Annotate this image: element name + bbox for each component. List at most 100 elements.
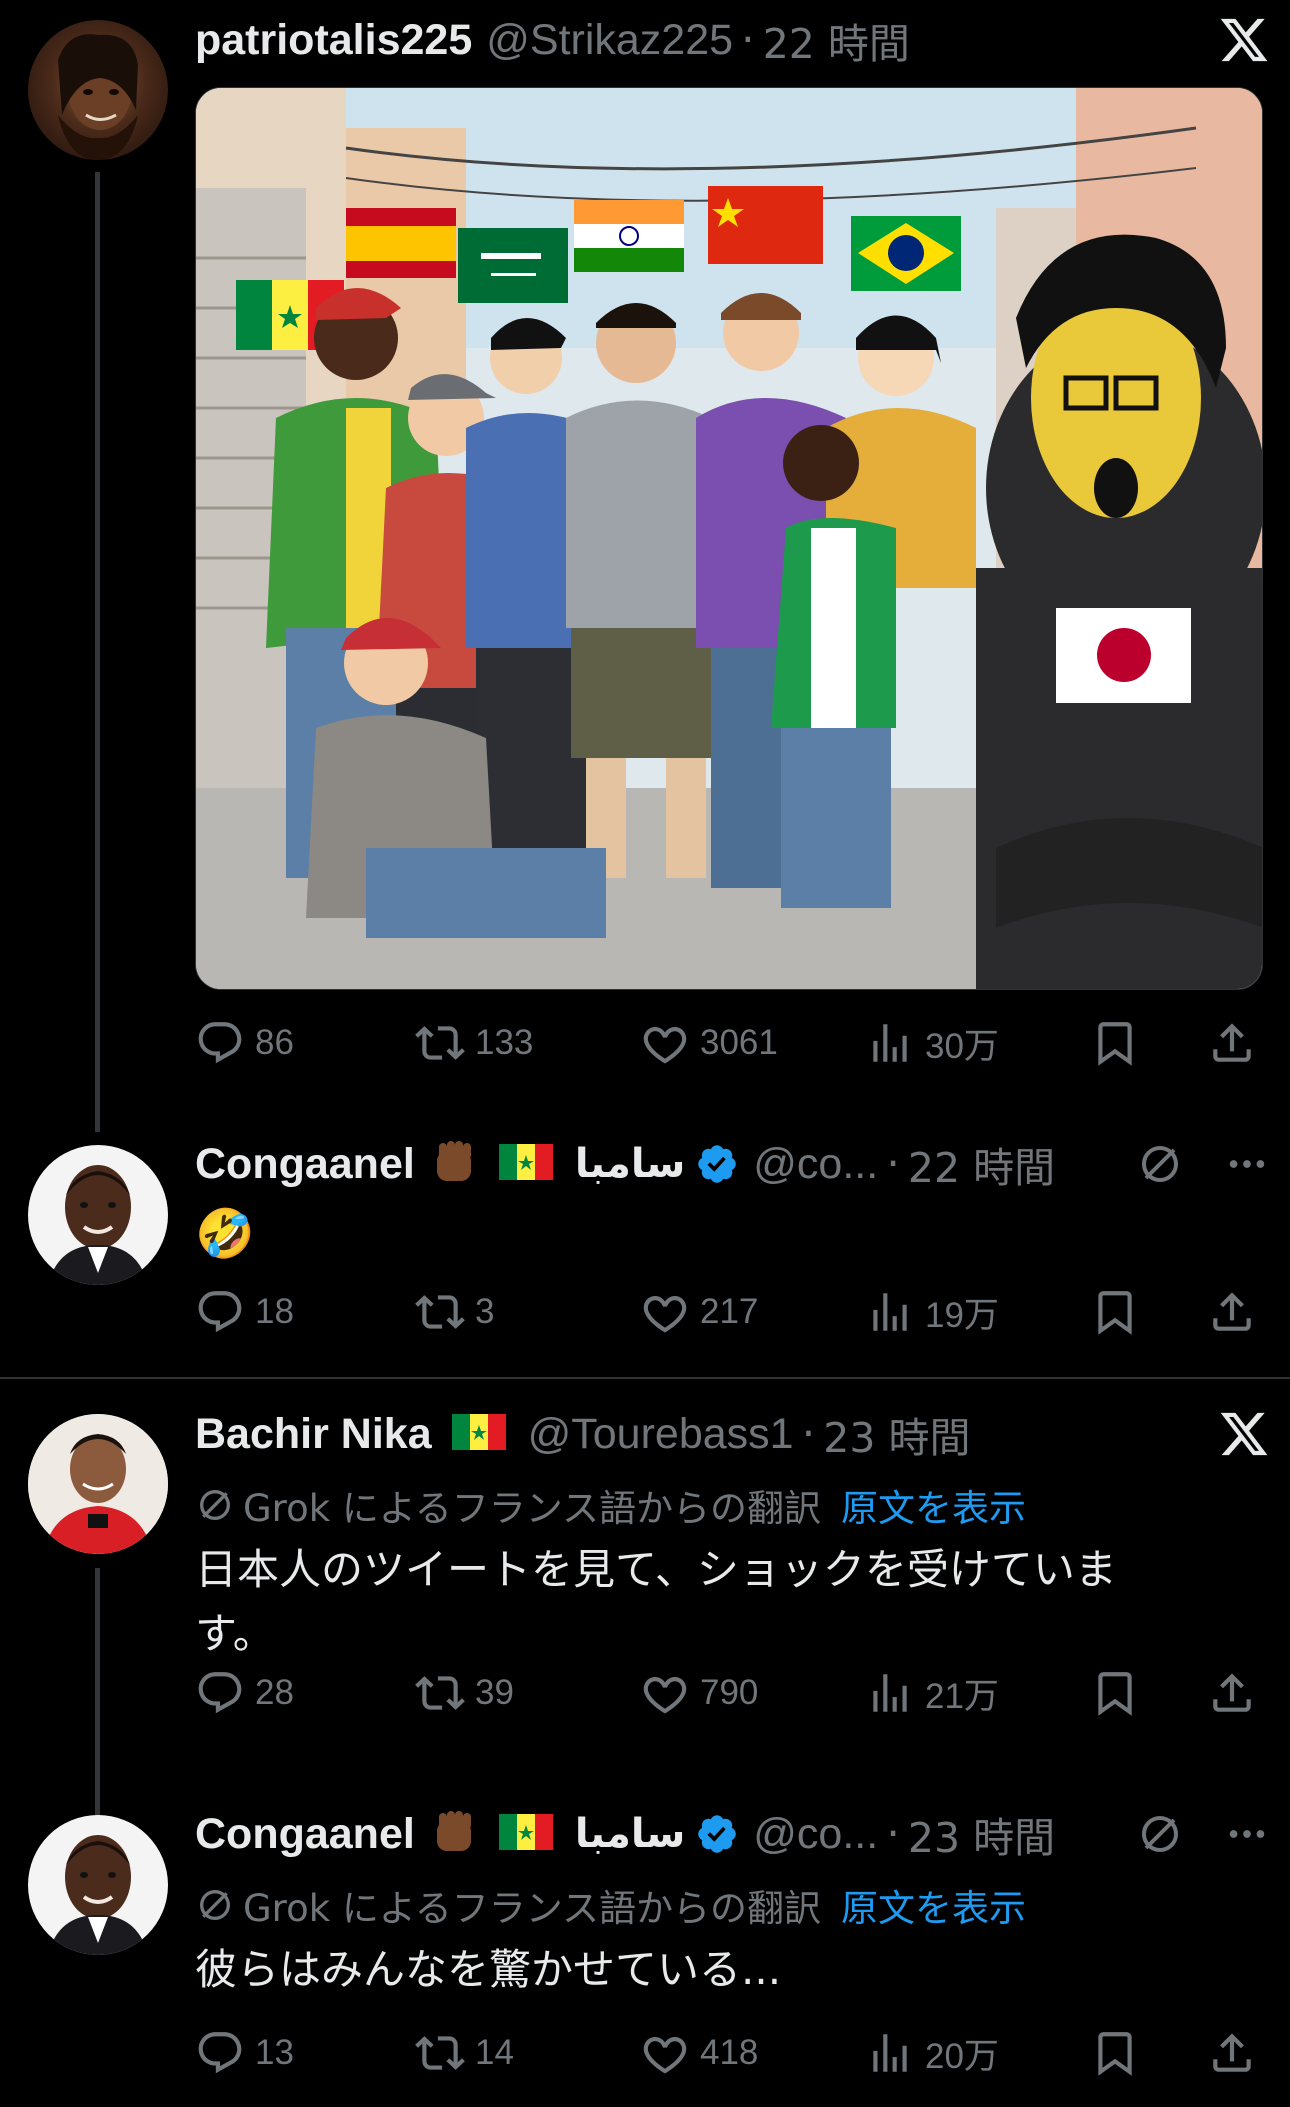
tweet-text: 彼らはみんなを驚かせている... <box>195 1945 782 1994</box>
senegal-flag-icon <box>451 1414 506 1454</box>
repost-button[interactable]: 39 <box>415 1663 514 1723</box>
reply-button[interactable]: 86 <box>195 1013 294 1073</box>
avatar[interactable] <box>28 20 168 160</box>
repost-icon <box>415 1018 465 1068</box>
timestamp[interactable]: 23 時間 <box>823 1404 970 1464</box>
flag-india <box>574 200 684 272</box>
bookmark-button[interactable] <box>1090 2023 1150 2083</box>
avatar-image <box>48 1165 148 1285</box>
like-count: 217 <box>700 1292 759 1331</box>
user-handle[interactable]: @co... <box>753 1810 878 1859</box>
flag-china <box>708 186 823 264</box>
share-icon <box>1207 1287 1257 1337</box>
tweet-2[interactable]: Congaanel سامبا @co... · 22 時間 🤣 18 3 21… <box>0 1110 1290 1375</box>
repost-button[interactable]: 14 <box>415 2023 514 2083</box>
tweet-4[interactable]: Congaanel سامبا @co... · 23 時間 Grok によるフ… <box>0 1780 1290 2107</box>
timestamp[interactable]: 22 時間 <box>908 1134 1055 1194</box>
tweet-header: Bachir Nika @Tourebass1 · 23 時間 <box>195 1404 1270 1464</box>
grok-icon <box>195 1485 235 1525</box>
share-button[interactable] <box>1207 1663 1267 1723</box>
share-button[interactable] <box>1207 1013 1267 1073</box>
views-count: 30万 <box>925 1026 999 1066</box>
x-logo-icon[interactable] <box>1218 14 1270 66</box>
action-bar: 28 39 790 21万 <box>195 1663 1265 1723</box>
avatar[interactable] <box>28 1145 168 1285</box>
views-icon <box>865 1287 915 1337</box>
timestamp[interactable]: 23 時間 <box>908 1804 1055 1864</box>
translation-bar: Grok によるフランス語からの翻訳 原文を表示 <box>195 1480 1026 1530</box>
x-logo-icon[interactable] <box>1218 1408 1270 1460</box>
tweet-3[interactable]: Bachir Nika @Tourebass1 · 23 時間 Grok による… <box>0 1380 1290 1823</box>
display-name[interactable]: patriotalis225 <box>195 16 472 65</box>
display-name[interactable]: Bachir Nika <box>195 1410 432 1459</box>
like-button[interactable]: 3061 <box>640 1013 778 1073</box>
reply-button[interactable]: 13 <box>195 2023 294 2083</box>
views-button[interactable]: 30万 <box>865 1013 999 1073</box>
views-count: 20万 <box>925 2036 999 2076</box>
separator-dot: · <box>741 15 755 65</box>
avatar[interactable] <box>28 1414 168 1554</box>
views-count: 21万 <box>925 1676 999 1716</box>
more-icon[interactable] <box>1224 1141 1270 1187</box>
bookmark-icon <box>1090 1018 1140 1068</box>
divider <box>0 1377 1290 1379</box>
flag-spain <box>346 208 456 278</box>
avatar-image <box>48 1835 148 1955</box>
share-icon <box>1207 1018 1257 1068</box>
bookmark-button[interactable] <box>1090 1663 1150 1723</box>
show-original-link[interactable]: 原文を表示 <box>841 1478 1026 1532</box>
bookmark-icon <box>1090 1287 1140 1337</box>
separator-dot: · <box>886 1809 900 1859</box>
share-icon <box>1207 2028 1257 2078</box>
user-handle[interactable]: @Tourebass1 <box>528 1410 794 1459</box>
user-handle[interactable]: @co... <box>753 1140 878 1189</box>
reply-button[interactable]: 28 <box>195 1663 294 1723</box>
separator-dot: · <box>801 1409 816 1459</box>
display-name[interactable]: Congaanel <box>195 1810 415 1859</box>
translation-note: Grok によるフランス語からの翻訳 <box>243 1487 822 1530</box>
repost-icon <box>415 1668 465 1718</box>
separator-dot: · <box>886 1139 900 1189</box>
like-icon <box>640 2028 690 2078</box>
views-button[interactable]: 21万 <box>865 1663 999 1723</box>
repost-count: 3 <box>475 1292 495 1331</box>
share-button[interactable] <box>1207 1282 1267 1342</box>
bookmark-button[interactable] <box>1090 1013 1150 1073</box>
verified-badge-icon <box>695 1812 739 1856</box>
flag-brazil <box>851 216 961 291</box>
reply-button[interactable]: 18 <box>195 1282 294 1342</box>
repost-icon <box>415 2028 465 2078</box>
reply-icon <box>195 1287 245 1337</box>
like-count: 3061 <box>700 1023 778 1062</box>
share-button[interactable] <box>1207 2023 1267 2083</box>
display-name[interactable]: Congaanel <box>195 1140 415 1189</box>
like-button[interactable]: 418 <box>640 2023 758 2083</box>
reply-icon <box>195 1018 245 1068</box>
like-button[interactable]: 790 <box>640 1663 758 1723</box>
user-handle[interactable]: @Strikaz225 <box>486 16 733 65</box>
views-button[interactable]: 19万 <box>865 1282 999 1342</box>
action-bar: 13 14 418 20万 <box>195 2023 1265 2083</box>
tweet-image[interactable] <box>195 87 1263 990</box>
reply-count: 86 <box>255 1023 294 1062</box>
display-name-arabic: سامبا <box>574 1141 686 1187</box>
bookmark-button[interactable] <box>1090 1282 1150 1342</box>
bookmark-icon <box>1090 2028 1140 2078</box>
repost-button[interactable]: 133 <box>415 1013 533 1073</box>
fist-emoji-icon <box>429 1137 479 1191</box>
avatar[interactable] <box>28 1815 168 1955</box>
views-button[interactable]: 20万 <box>865 2023 999 2083</box>
timestamp[interactable]: 22 時間 <box>763 10 910 70</box>
tweet-1[interactable]: patriotalis225 @Strikaz225 · 22 時間 86 13… <box>0 0 1290 1132</box>
grok-icon[interactable] <box>1136 1140 1184 1188</box>
bookmark-icon <box>1090 1668 1140 1718</box>
show-original-link[interactable]: 原文を表示 <box>841 1878 1026 1932</box>
views-icon <box>865 1018 915 1068</box>
repost-count: 133 <box>475 1023 534 1062</box>
avatar-image <box>28 1414 168 1554</box>
like-button[interactable]: 217 <box>640 1282 758 1342</box>
tweet-header: patriotalis225 @Strikaz225 · 22 時間 <box>195 10 1270 70</box>
repost-button[interactable]: 3 <box>415 1282 494 1342</box>
more-icon[interactable] <box>1224 1811 1270 1857</box>
grok-icon[interactable] <box>1136 1810 1184 1858</box>
